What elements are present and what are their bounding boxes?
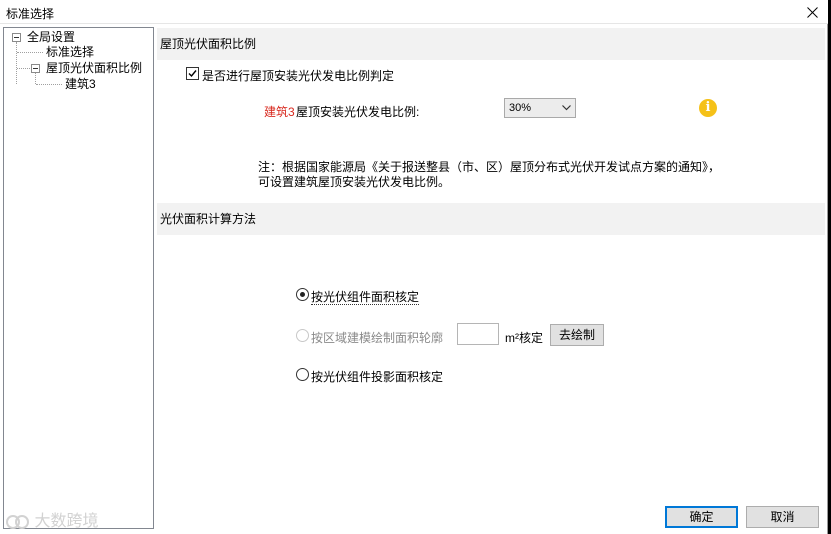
cancel-button[interactable]: 取消 [746,506,819,528]
ratio-dropdown[interactable]: 30% [504,98,576,118]
area-input[interactable] [457,323,499,345]
settings-tree[interactable]: 全局设置 标准选择 屋顶光伏面积比例 建筑3 [3,27,154,529]
note-line-2: 可设置建筑屋顶安装光伏发电比例。 [258,175,451,189]
watermark: 大数跨境 [6,507,98,531]
tree-connector [36,84,62,85]
chevron-down-icon [562,105,571,111]
section-header-roof-pv: 屋顶光伏面积比例 [157,28,825,60]
ratio-dropdown-value: 30% [509,102,532,114]
tree-connector [16,42,17,84]
radio-region-model[interactable] [296,329,309,342]
radio-component-area-label[interactable]: 按光伏组件面积核定 [311,288,420,305]
ok-button[interactable]: 确定 [665,506,738,528]
check-icon [188,70,197,78]
draw-button[interactable]: 去绘制 [550,324,604,346]
dialog-window: 标准选择 全局设置 标准选择 屋顶光伏面积比例 建筑3 屋顶光伏面积比例 是否进… [0,0,828,534]
tree-item-standard-selection[interactable]: 标准选择 [46,44,94,60]
tree-connector [17,52,43,53]
info-icon[interactable]: i [699,99,717,117]
area-unit-label: m²核定 [505,331,543,345]
window-title: 标准选择 [6,7,55,21]
watermark-logo-icon [6,514,29,529]
tree-connector [35,73,36,84]
collapse-icon[interactable] [12,33,21,42]
collapse-icon[interactable] [31,64,40,73]
section-header-area-method: 光伏面积计算方法 [157,203,825,235]
tree-item-building-3[interactable]: 建筑3 [65,76,96,92]
tree-item-global-settings[interactable]: 全局设置 [27,29,75,45]
radio-projected-area-label[interactable]: 按光伏组件投影面积核定 [311,368,443,385]
tree-item-roof-pv-ratio[interactable]: 屋顶光伏面积比例 [46,60,142,76]
roof-pv-ratio-checkbox[interactable] [186,67,199,80]
ratio-label: 屋顶安装光伏发电比例: [296,105,420,119]
roof-pv-ratio-checkbox-label[interactable]: 是否进行屋顶安装光伏发电比例判定 [202,67,394,84]
settings-panel: 屋顶光伏面积比例 是否进行屋顶安装光伏发电比例判定 建筑3 屋顶安装光伏发电比例… [155,27,827,534]
close-button[interactable] [802,2,822,22]
radio-component-area[interactable] [296,288,309,301]
title-bar: 标准选择 [0,0,828,24]
building-name-label: 建筑3 [264,105,295,119]
tree-connector [17,68,30,69]
radio-component-area-text: 按光伏组件面积核定 [311,290,420,305]
close-icon [806,6,818,18]
radio-region-model-label[interactable]: 按区域建模绘制面积轮廓 [311,329,443,346]
radio-projected-area[interactable] [296,368,309,381]
watermark-text: 大数跨境 [34,513,99,530]
